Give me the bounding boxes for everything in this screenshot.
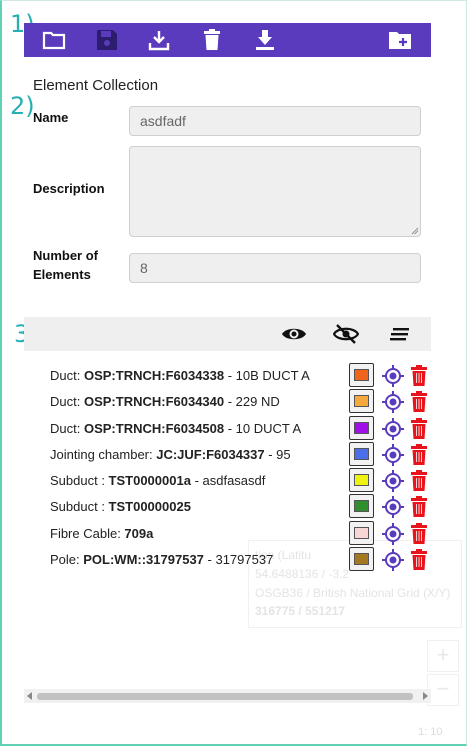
sort-lines-icon [390, 328, 409, 341]
trash-icon[interactable] [411, 391, 427, 413]
color-swatch [354, 474, 369, 487]
description-label: Description [33, 181, 105, 196]
color-picker-button[interactable] [349, 415, 374, 440]
open-folder-button[interactable] [40, 27, 68, 53]
sort-button[interactable] [387, 322, 413, 346]
delete-icon [204, 29, 220, 50]
trash-icon[interactable] [411, 496, 427, 518]
color-swatch [354, 447, 369, 460]
eye-icon [282, 328, 306, 340]
element-text: Subduct : TST0000001a - asdfasasdf [50, 473, 266, 489]
locate-icon[interactable] [382, 365, 404, 387]
elements-count-field[interactable]: 8 [129, 253, 421, 283]
count-label-line1: Number of [33, 248, 98, 263]
color-picker-button[interactable] [349, 441, 374, 466]
add-folder-button[interactable] [386, 27, 414, 53]
scrollbar-thumb[interactable] [37, 693, 413, 700]
eye-off-icon [333, 324, 359, 344]
download-tray-button[interactable] [145, 27, 173, 53]
delete-button[interactable] [198, 27, 226, 53]
name-label: Name [33, 110, 69, 125]
map-scale: 1: 10 [418, 726, 443, 738]
count-label-line2: Elements [33, 267, 91, 282]
color-picker-button[interactable] [349, 520, 374, 545]
trash-icon[interactable] [411, 365, 427, 387]
color-swatch [354, 369, 369, 381]
locate-icon[interactable] [382, 443, 404, 466]
elements-panel-bar [24, 317, 431, 351]
zoom-in-button[interactable]: + [427, 640, 459, 672]
color-picker-button[interactable] [349, 468, 374, 493]
annotation-marker-2: 2) [10, 92, 35, 120]
locate-icon[interactable] [382, 496, 404, 519]
scroll-left-arrow-icon[interactable] [27, 692, 32, 700]
trash-icon[interactable] [411, 522, 427, 545]
section-title: Element Collection [33, 77, 159, 94]
download-button[interactable] [251, 27, 279, 53]
save-button[interactable] [93, 27, 121, 53]
trash-icon[interactable] [411, 417, 427, 440]
grid-label: OSGB36 / British National Grid (X/Y) [255, 586, 451, 600]
color-swatch [354, 421, 369, 434]
color-picker-button[interactable] [349, 389, 374, 414]
color-swatch [354, 553, 369, 566]
collection-toolbar [24, 23, 431, 57]
element-text: Duct: OSP:TRNCH:F6034338 - 10B DUCT A [50, 368, 310, 383]
add-folder-icon [389, 32, 411, 49]
element-text: Pole: POL:WM::31797537 - 31797537 [50, 552, 274, 568]
color-picker-button[interactable] [349, 547, 374, 572]
locate-icon[interactable] [382, 549, 404, 572]
horizontal-scrollbar[interactable] [24, 689, 431, 703]
download-tray-icon [148, 31, 170, 51]
zoom-out-button[interactable]: − [427, 674, 459, 706]
save-icon [97, 30, 117, 50]
show-all-button[interactable] [281, 322, 307, 346]
element-text: Duct: OSP:TRNCH:F6034340 - 229 ND [50, 394, 280, 410]
grid-value: 316775 / 551217 [255, 604, 346, 618]
resize-grip-icon[interactable] [411, 227, 419, 235]
trash-icon[interactable] [411, 470, 427, 492]
locate-icon[interactable] [382, 417, 404, 440]
element-text: Jointing chamber: JC:JUF:F6034337 - 95 [50, 446, 291, 462]
open-folder-icon [42, 31, 66, 50]
color-picker-button[interactable] [349, 494, 374, 519]
trash-icon[interactable] [411, 549, 427, 571]
locate-icon[interactable] [382, 391, 404, 414]
locate-icon[interactable] [382, 522, 404, 545]
locate-icon[interactable] [382, 470, 404, 493]
download-icon [256, 30, 274, 50]
color-swatch [354, 526, 369, 539]
color-swatch [354, 395, 369, 408]
color-picker-button[interactable] [349, 363, 374, 387]
name-field[interactable]: asdfadf [129, 106, 421, 136]
trash-icon[interactable] [411, 443, 427, 466]
element-text: Duct: OSP:TRNCH:F6034508 - 10 DUCT A [50, 420, 302, 436]
description-field[interactable] [129, 146, 421, 237]
scroll-right-arrow-icon[interactable] [423, 692, 428, 700]
element-text: Fibre Cable: 709a [50, 525, 154, 541]
latlon-value: 54.6488136 / -3.2 [255, 567, 350, 581]
element-text: Subduct : TST00000025 [50, 499, 191, 515]
hide-all-button[interactable] [333, 322, 359, 346]
color-swatch [354, 500, 369, 513]
